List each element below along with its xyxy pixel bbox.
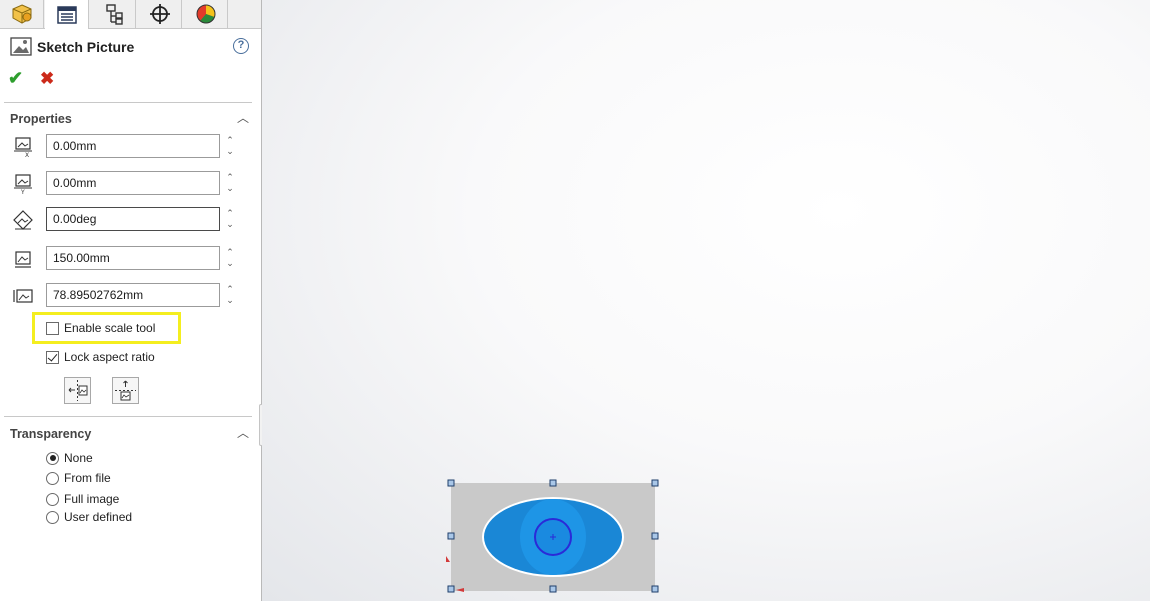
y-position-icon: Y bbox=[14, 174, 32, 195]
cancel-button[interactable]: ✖ bbox=[40, 69, 54, 89]
property-manager-panel: Sketch Picture ? ✔ ✖ Properties ︿ X ⌃⌄ Y… bbox=[0, 0, 262, 601]
origin-axis-marker bbox=[446, 556, 450, 562]
svg-text:X: X bbox=[25, 152, 29, 158]
height-icon bbox=[13, 289, 33, 303]
width-input[interactable] bbox=[46, 246, 220, 270]
cube-icon bbox=[12, 4, 31, 24]
width-icon bbox=[15, 251, 31, 268]
appearance-icon bbox=[196, 4, 215, 24]
help-icon[interactable]: ? bbox=[233, 38, 249, 54]
transparency-radio[interactable] bbox=[46, 451, 59, 465]
flip-vertical-button[interactable] bbox=[112, 377, 139, 404]
lock-aspect-ratio-option[interactable]: Lock aspect ratio bbox=[46, 348, 155, 366]
transparency-option-label: User defined bbox=[64, 510, 133, 524]
svg-text:Y: Y bbox=[20, 189, 25, 195]
x-position-row: X ⌃⌄ bbox=[12, 134, 240, 160]
sketch-picture-canvas[interactable] bbox=[442, 474, 662, 598]
height-row: ⌃⌄ bbox=[12, 283, 240, 309]
panel-header: Sketch Picture ? bbox=[8, 36, 253, 58]
transparency-option-from-file[interactable]: From file bbox=[46, 469, 111, 487]
flip-vertical-icon bbox=[115, 380, 136, 401]
tab-configuration-manager[interactable] bbox=[92, 0, 136, 28]
manager-tabs bbox=[0, 0, 261, 29]
transparency-option-label: From file bbox=[64, 471, 111, 485]
enable-scale-tool-label: Enable scale tool bbox=[64, 321, 156, 335]
transparency-radio[interactable] bbox=[46, 471, 59, 485]
lock-aspect-ratio-checkbox[interactable] bbox=[46, 350, 59, 364]
tab-dimxpert-manager[interactable] bbox=[138, 0, 182, 28]
resize-handle[interactable] bbox=[447, 532, 455, 540]
sketch-picture-icon bbox=[10, 37, 32, 56]
resize-handle[interactable] bbox=[549, 585, 557, 593]
width-row: ⌃⌄ bbox=[12, 246, 240, 272]
lock-aspect-ratio-label: Lock aspect ratio bbox=[64, 350, 155, 364]
transparency-option-none[interactable]: None bbox=[46, 449, 93, 467]
ok-button[interactable]: ✔ bbox=[8, 68, 23, 89]
transparency-option-user-defined[interactable]: User defined bbox=[46, 508, 132, 526]
properties-collapse-button[interactable]: ︿ bbox=[237, 109, 249, 126]
y-position-spinner[interactable]: ⌃ ⌄ bbox=[224, 172, 236, 196]
divider bbox=[4, 102, 252, 103]
height-spinner[interactable]: ⌃ ⌄ bbox=[224, 284, 236, 308]
transparency-collapse-button[interactable]: ︿ bbox=[237, 424, 249, 441]
transparency-radio[interactable] bbox=[46, 510, 59, 524]
transparency-option-label: Full image bbox=[64, 492, 120, 506]
divider bbox=[4, 416, 252, 417]
crosshair-icon bbox=[149, 4, 170, 24]
width-spinner[interactable]: ⌃ ⌄ bbox=[224, 247, 236, 271]
resize-handle[interactable] bbox=[651, 585, 659, 593]
transparency-radio[interactable] bbox=[46, 492, 59, 506]
tab-feature-manager[interactable] bbox=[0, 0, 44, 28]
transparency-option-full-image[interactable]: Full image bbox=[46, 490, 119, 508]
configuration-icon bbox=[105, 4, 123, 25]
properties-list-icon bbox=[56, 5, 77, 24]
y-position-row: Y ⌃⌄ bbox=[12, 171, 240, 197]
x-position-icon: X bbox=[14, 137, 32, 158]
resize-handle[interactable] bbox=[651, 479, 659, 487]
flip-horizontal-button[interactable] bbox=[64, 377, 91, 404]
tab-property-manager[interactable] bbox=[45, 0, 89, 29]
flip-horizontal-icon bbox=[68, 380, 88, 401]
height-input[interactable] bbox=[46, 283, 220, 307]
y-position-input[interactable] bbox=[46, 171, 220, 195]
angle-row: ⌃⌄ bbox=[12, 207, 240, 233]
graphics-area[interactable] bbox=[262, 0, 1150, 601]
resize-handle[interactable] bbox=[651, 532, 659, 540]
angle-icon bbox=[13, 210, 33, 230]
enable-scale-tool-option[interactable]: Enable scale tool bbox=[46, 319, 155, 337]
x-position-input[interactable] bbox=[46, 134, 220, 158]
angle-input[interactable] bbox=[46, 207, 220, 231]
x-position-spinner[interactable]: ⌃ ⌄ bbox=[224, 135, 236, 159]
page-title: Sketch Picture bbox=[37, 39, 135, 55]
transparency-section-title: Transparency bbox=[10, 427, 92, 441]
angle-spinner[interactable]: ⌃ ⌄ bbox=[224, 208, 236, 232]
properties-section-title: Properties bbox=[10, 112, 72, 126]
resize-handle[interactable] bbox=[447, 585, 455, 593]
transparency-option-label: None bbox=[64, 451, 93, 465]
enable-scale-tool-checkbox[interactable] bbox=[46, 321, 59, 335]
resize-handle[interactable] bbox=[549, 479, 557, 487]
resize-handle[interactable] bbox=[447, 479, 455, 487]
tab-display-manager[interactable] bbox=[184, 0, 228, 28]
